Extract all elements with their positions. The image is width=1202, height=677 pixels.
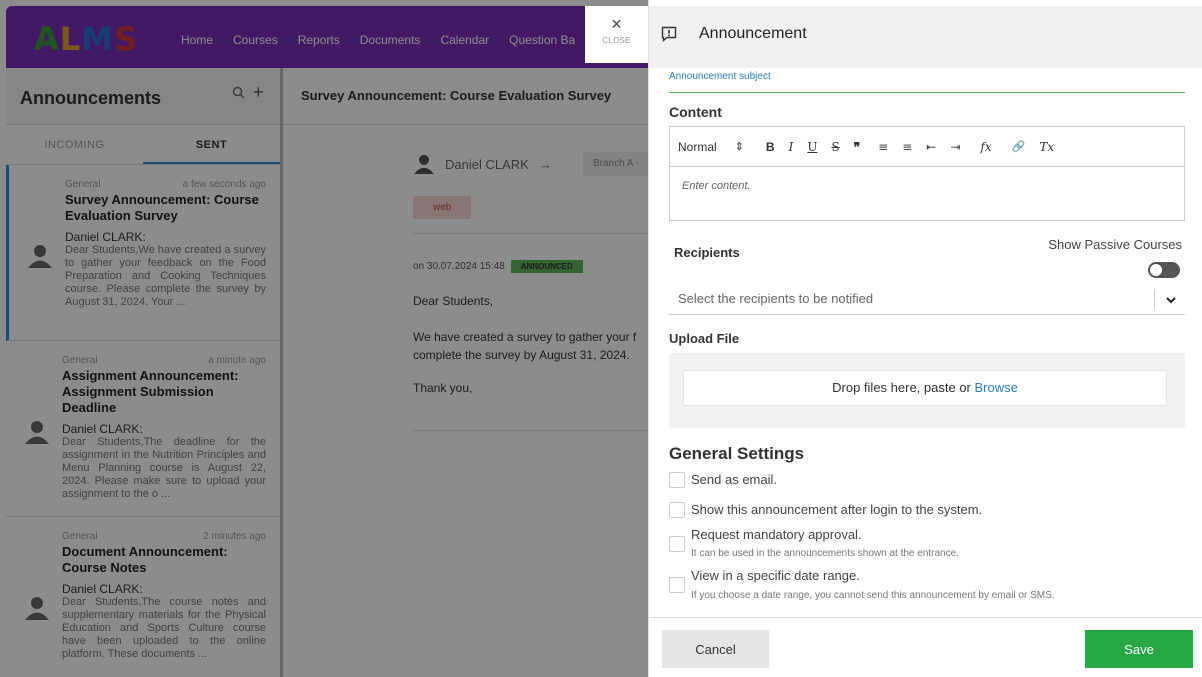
clear-format-icon[interactable]: Tx bbox=[1039, 140, 1054, 154]
close-label: CLOSE bbox=[602, 36, 631, 45]
send-email-label: Send as email. bbox=[691, 472, 777, 487]
app-root: ALMS Home Courses Reports Documents Cale… bbox=[0, 0, 1202, 677]
formula-icon[interactable]: fx bbox=[980, 140, 991, 154]
upload-area: Drop files here, paste or Browse bbox=[669, 353, 1185, 428]
general-settings-heading: General Settings bbox=[669, 444, 805, 463]
bold-icon[interactable]: B bbox=[766, 140, 775, 154]
link-icon[interactable]: 🔗 bbox=[1012, 140, 1026, 153]
mandatory-approval-hint: It can be used in the announcements show… bbox=[691, 548, 959, 559]
save-button[interactable]: Save bbox=[1085, 630, 1193, 668]
italic-icon[interactable]: I bbox=[789, 140, 794, 154]
recipients-select[interactable]: Select the recipients to be notified bbox=[669, 285, 1185, 315]
mandatory-approval-checkbox[interactable] bbox=[669, 536, 685, 552]
outdent-icon[interactable]: ⇤ bbox=[926, 140, 936, 154]
underline-icon[interactable]: U bbox=[807, 140, 817, 154]
format-select-arrow-icon[interactable]: ⇕ bbox=[735, 140, 744, 153]
date-range-hint: If you choose a date range, you cannot s… bbox=[691, 590, 1055, 601]
indent-icon[interactable]: ⇥ bbox=[950, 140, 960, 154]
send-email-checkbox[interactable] bbox=[669, 472, 685, 488]
browse-link[interactable]: Browse bbox=[975, 380, 1018, 395]
strike-icon[interactable]: S bbox=[831, 140, 839, 154]
quote-icon[interactable]: ❞ bbox=[854, 140, 860, 154]
subject-input[interactable] bbox=[669, 92, 1185, 93]
close-icon: × bbox=[611, 14, 622, 34]
modal-backdrop[interactable] bbox=[0, 0, 648, 677]
upload-label: Upload File bbox=[669, 331, 740, 346]
mandatory-approval-label: Request mandatory approval. bbox=[691, 527, 862, 542]
bullet-list-icon[interactable]: ≡ bbox=[902, 140, 912, 154]
editor-toolbar: Normal ⇕ B I U S ❞ ≡ ≡ ⇤ ⇥ fx 🔗 Tx bbox=[670, 127, 1184, 167]
panel-title: Announcement bbox=[699, 25, 807, 42]
file-dropzone[interactable]: Drop files here, paste or Browse bbox=[683, 370, 1167, 406]
show-after-login-checkbox[interactable] bbox=[669, 502, 685, 518]
ordered-list-icon[interactable]: ≡ bbox=[878, 140, 888, 154]
date-range-label: View in a specific date range. bbox=[691, 568, 860, 583]
format-select[interactable]: Normal bbox=[678, 140, 717, 154]
drop-text: Drop files here, paste or bbox=[832, 380, 971, 395]
recipients-placeholder: Select the recipients to be notified bbox=[678, 291, 874, 306]
cancel-button[interactable]: Cancel bbox=[662, 630, 769, 668]
panel-header: Announcement bbox=[649, 0, 1202, 68]
divider bbox=[1154, 289, 1155, 309]
close-button[interactable]: × CLOSE bbox=[585, 6, 648, 63]
show-passive-toggle[interactable] bbox=[1148, 262, 1180, 278]
recipients-label: Recipients bbox=[674, 245, 740, 260]
content-label: Content bbox=[669, 104, 722, 120]
show-after-login-label: Show this announcement after login to th… bbox=[691, 502, 983, 517]
date-range-checkbox[interactable] bbox=[669, 577, 685, 593]
subject-label: Announcement subject bbox=[669, 71, 771, 82]
divider bbox=[649, 617, 1202, 618]
editor-placeholder[interactable]: Enter content. bbox=[670, 167, 1184, 205]
content-editor: Normal ⇕ B I U S ❞ ≡ ≡ ⇤ ⇥ fx 🔗 Tx Enter… bbox=[669, 126, 1185, 221]
chevron-down-icon[interactable] bbox=[1165, 294, 1177, 306]
show-passive-label: Show Passive Courses bbox=[1048, 237, 1182, 252]
announcement-icon bbox=[661, 26, 677, 42]
announcement-panel: Announcement Announcement subject Conten… bbox=[648, 0, 1202, 677]
